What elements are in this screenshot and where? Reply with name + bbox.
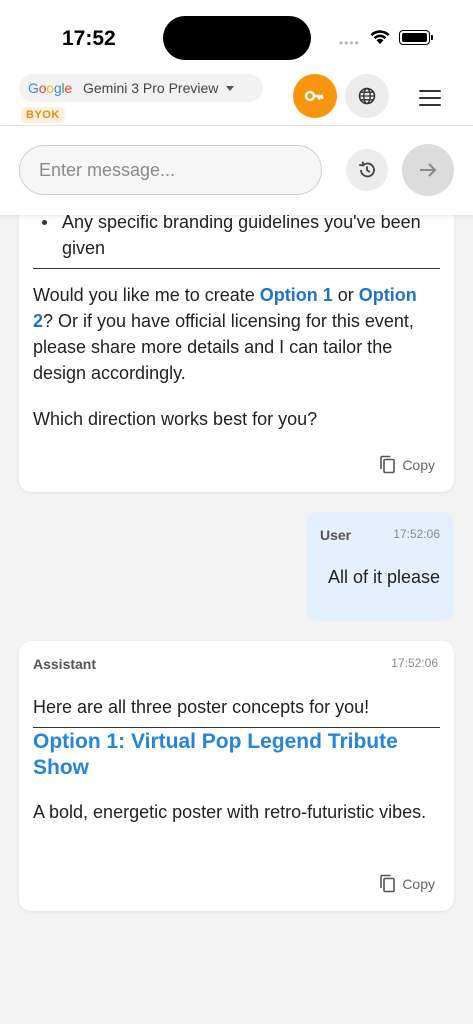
divider: [33, 268, 440, 269]
message-paragraph: Which direction works best for you?: [33, 409, 318, 429]
app-header: Google Gemini 3 Pro Preview BYOK: [0, 72, 473, 126]
web-search-button[interactable]: [345, 74, 389, 118]
model-selector[interactable]: Google Gemini 3 Pro Preview: [19, 74, 263, 102]
model-name: Gemini 3 Pro Preview: [83, 80, 219, 96]
copy-button[interactable]: Copy: [379, 455, 435, 474]
menu-button[interactable]: [414, 86, 446, 110]
send-button[interactable]: [402, 144, 454, 196]
user-message: User 17:52:06 All of it please: [306, 512, 454, 621]
history-icon: [359, 161, 375, 178]
signal-icon: ••••: [339, 36, 360, 50]
status-time: 17:52: [62, 27, 116, 50]
hamburger-icon: [419, 90, 441, 92]
message-timestamp: 17:52:06: [391, 656, 438, 670]
key-icon: [305, 90, 324, 102]
message-author: Assistant: [33, 656, 97, 672]
wifi-icon: [370, 30, 390, 44]
assistant-message: Assistant 17:52:06 Here are all three po…: [19, 641, 454, 911]
copy-icon: [380, 455, 396, 474]
copy-button[interactable]: Copy: [379, 874, 435, 893]
message-paragraph: Would you like me to create Option 1 or …: [33, 285, 417, 383]
status-bar: 17:52 ••••: [0, 0, 473, 72]
battery-icon: [399, 30, 433, 45]
chevron-down-icon: [226, 85, 235, 91]
copy-label: Copy: [402, 456, 435, 473]
message-paragraph: A bold, energetic poster with retro-futu…: [33, 802, 427, 822]
message-timestamp: 17:52:06: [393, 527, 440, 541]
composer-bar: [0, 126, 473, 215]
bullet-icon: [42, 220, 47, 225]
globe-icon: [358, 87, 376, 105]
arrow-right-icon: [420, 163, 437, 177]
byok-badge: BYOK: [21, 107, 65, 123]
message-paragraph: Here are all three poster concepts for y…: [33, 697, 370, 717]
api-key-button[interactable]: [293, 74, 337, 118]
message-heading: Option 1: Virtual Pop Legend Tribute Sho…: [33, 730, 398, 779]
message-text: All of it please: [327, 567, 440, 587]
google-logo: Google: [28, 80, 72, 96]
message-author: User: [320, 527, 352, 543]
history-button[interactable]: [346, 149, 388, 191]
option-1-link[interactable]: Option 1: [260, 285, 333, 305]
dynamic-island: [163, 16, 311, 60]
message-input[interactable]: [19, 145, 322, 195]
divider: [33, 727, 440, 728]
copy-icon: [380, 874, 396, 893]
copy-label: Copy: [402, 875, 435, 892]
